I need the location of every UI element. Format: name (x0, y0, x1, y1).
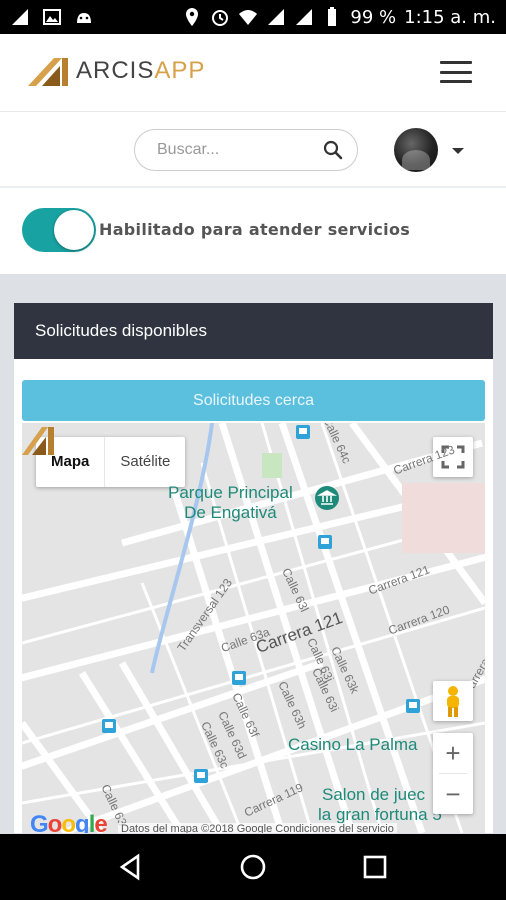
availability-label: Habilitado para atender servicios (99, 220, 411, 239)
hamburger-bar (440, 80, 472, 83)
park-marker-icon[interactable] (314, 485, 340, 511)
map-type-satellite[interactable]: Satélite (105, 437, 185, 487)
cell-signal-icon (268, 9, 285, 25)
location-icon (186, 8, 199, 26)
zoom-out-button[interactable]: − (433, 774, 473, 814)
hamburger-bar (440, 70, 472, 74)
google-logo: Google (30, 811, 108, 833)
search-input[interactable] (157, 141, 307, 159)
search-icon[interactable] (323, 140, 343, 160)
availability-toggle[interactable] (22, 208, 96, 252)
signal-icon (12, 9, 28, 25)
bus-stop-icon[interactable] (232, 671, 246, 685)
bus-stop-icon[interactable] (194, 769, 208, 783)
search-box (134, 129, 358, 171)
nearby-requests-button[interactable]: Solicitudes cerca (22, 380, 485, 421)
top-navbar: ARCISAPP (0, 34, 506, 112)
bus-stop-icon[interactable] (406, 699, 420, 713)
battery-level: 99 % (350, 6, 397, 28)
toggle-knob (54, 210, 94, 250)
user-avatar[interactable] (394, 128, 438, 172)
zoom-in-button[interactable]: + (433, 733, 473, 773)
bus-stop-icon[interactable] (296, 425, 310, 439)
android-icon (77, 13, 91, 23)
logo-text: ARCISAPP (76, 57, 205, 85)
salon-label-line1: Salon de juec (322, 785, 426, 804)
casino-label: Casino La Palma (288, 735, 418, 754)
image-icon (43, 9, 61, 25)
back-icon[interactable] (116, 852, 146, 882)
logo-text-app: APP (154, 57, 206, 84)
requests-panel: Solicitudes disponibles Solicitudes cerc… (14, 303, 493, 833)
alarm-icon (212, 10, 229, 26)
search-row (0, 112, 506, 188)
app-logo[interactable]: ARCISAPP (28, 56, 205, 86)
bus-stop-icon[interactable] (318, 535, 332, 549)
pegman-icon (447, 686, 459, 717)
status-bar: 99 % 1:15 a. m. (0, 0, 506, 34)
recents-icon[interactable] (360, 852, 390, 882)
availability-row: Habilitado para atender servicios (0, 190, 506, 274)
street-view-pegman[interactable] (433, 681, 473, 721)
wifi-icon (239, 10, 258, 25)
logo-text-arcis: ARCIS (76, 57, 155, 84)
arcis-logo-icon (28, 58, 68, 86)
battery-icon (328, 7, 337, 26)
clock: 1:15 a. m. (404, 6, 496, 28)
cell-signal-2-icon (296, 9, 313, 25)
system-nav-bar (0, 834, 506, 900)
park-area (262, 453, 282, 478)
panel-title: Solicitudes disponibles (14, 303, 493, 359)
chevron-down-icon[interactable] (452, 148, 464, 154)
hamburger-bar (440, 61, 472, 64)
home-icon[interactable] (238, 852, 268, 882)
menu-toggle-button[interactable] (440, 61, 472, 83)
zoom-control: + − (433, 733, 473, 814)
map-view[interactable]: Mapa Satélite Parque Principal De Engati… (22, 423, 485, 833)
park-label: Parque Principal De Engativá (168, 483, 293, 522)
salon-label-line2: la gran fortuna 5 (318, 805, 442, 824)
building-area (402, 483, 485, 553)
arcis-location-marker[interactable] (22, 423, 62, 455)
bus-stop-icon[interactable] (102, 719, 116, 733)
map-attribution[interactable]: Datos del mapa ©2018 Google Condiciones … (118, 823, 397, 833)
